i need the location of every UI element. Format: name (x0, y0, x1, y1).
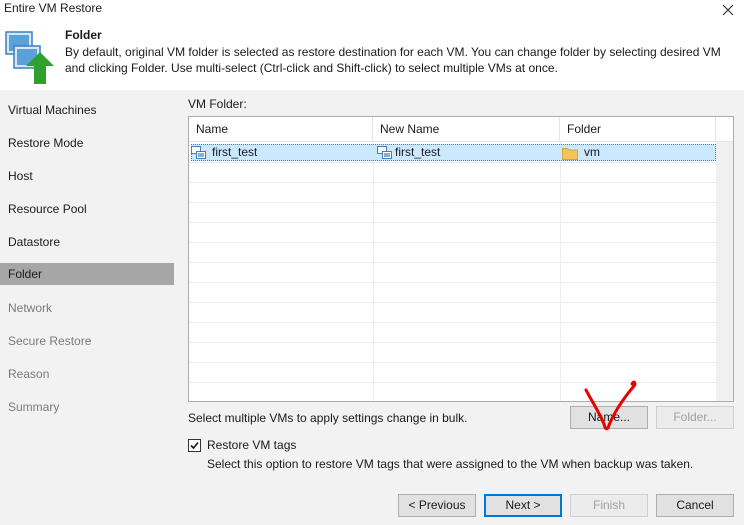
vertical-scrollbar[interactable] (716, 142, 733, 401)
sidebar-item-label: Host (8, 169, 33, 183)
grid-line (189, 262, 716, 263)
column-header-folder[interactable]: Folder (560, 117, 716, 142)
sidebar-item-secure-restore: Secure Restore (0, 330, 174, 352)
grid-line (189, 162, 716, 163)
name-button[interactable]: Name... (570, 406, 648, 429)
cell-name: first_test (191, 144, 371, 161)
restore-vm-tags-label[interactable]: Restore VM tags (207, 438, 296, 452)
folder-button: Folder... (656, 406, 734, 429)
bulk-hint-text: Select multiple VMs to apply settings ch… (188, 411, 468, 425)
folder-icon (562, 146, 578, 160)
grid-line (189, 302, 716, 303)
sidebar-item-label: Secure Restore (8, 334, 92, 348)
sidebar-item-label: Network (8, 301, 53, 315)
grid-line (560, 142, 561, 401)
sidebar-item-label: Reason (8, 367, 50, 381)
restore-vm-tags-checkbox[interactable] (188, 439, 201, 452)
sidebar-item-summary: Summary (0, 396, 174, 418)
finish-button: Finish (570, 494, 648, 517)
grid-line (189, 242, 716, 243)
sidebar-item-host[interactable]: Host (0, 165, 174, 187)
sidebar-item-label: Folder (8, 267, 43, 281)
grid-line (189, 222, 716, 223)
table-header: Name New Name Folder (189, 117, 733, 142)
sidebar-item-datastore[interactable]: Datastore (0, 231, 174, 253)
sidebar-item-label: Restore Mode (8, 136, 84, 150)
wizard-header: Folder By default, original VM folder is… (0, 18, 744, 90)
column-header-new-name[interactable]: New Name (373, 117, 560, 142)
wizard-steps-sidebar: Virtual Machines Restore Mode Host Resou… (0, 90, 174, 525)
folder-restore-icon (4, 28, 56, 84)
sidebar-item-label: Virtual Machines (8, 103, 97, 117)
sidebar-item-reason: Reason (0, 363, 174, 385)
vm-folder-label: VM Folder: (188, 97, 247, 111)
grid-line (373, 142, 374, 401)
sidebar-item-label: Resource Pool (8, 202, 87, 216)
cancel-button[interactable]: Cancel (656, 494, 734, 517)
cell-folder: vm (562, 144, 712, 161)
grid-line (189, 282, 716, 283)
sidebar-item-network: Network (0, 297, 174, 319)
checkmark-icon (190, 441, 199, 450)
sidebar-item-folder[interactable]: Folder (0, 263, 174, 285)
next-button[interactable]: Next > (484, 494, 562, 517)
grid-line (189, 202, 716, 203)
grid-line (189, 322, 716, 323)
restore-vm-tags-description: Select this option to restore VM tags th… (207, 457, 694, 471)
step-title: Folder (65, 28, 102, 42)
sidebar-item-virtual-machines[interactable]: Virtual Machines (0, 99, 174, 121)
previous-button[interactable]: < Previous (398, 494, 476, 517)
sidebar-item-label: Summary (8, 400, 60, 414)
vm-folder-table[interactable]: Name New Name Folder first_test first_te… (188, 116, 734, 402)
grid-line (189, 182, 716, 183)
vm-new-name-text: first_test (395, 145, 441, 159)
grid-line (189, 342, 716, 343)
vm-icon (377, 146, 393, 160)
grid-line (189, 362, 716, 363)
title-bar: Entire VM Restore (0, 0, 744, 18)
step-description: By default, original VM folder is select… (65, 45, 721, 75)
grid-line (189, 382, 716, 383)
window-title: Entire VM Restore (4, 1, 103, 15)
vm-icon (191, 146, 207, 160)
sidebar-item-restore-mode[interactable]: Restore Mode (0, 132, 174, 154)
cell-new-name: first_test (377, 144, 557, 161)
vm-name-text: first_test (212, 145, 258, 159)
column-header-name[interactable]: Name (189, 117, 373, 142)
sidebar-item-resource-pool[interactable]: Resource Pool (0, 198, 174, 220)
close-icon[interactable] (720, 2, 736, 18)
sidebar-item-label: Datastore (8, 235, 61, 249)
folder-text: vm (584, 145, 600, 159)
